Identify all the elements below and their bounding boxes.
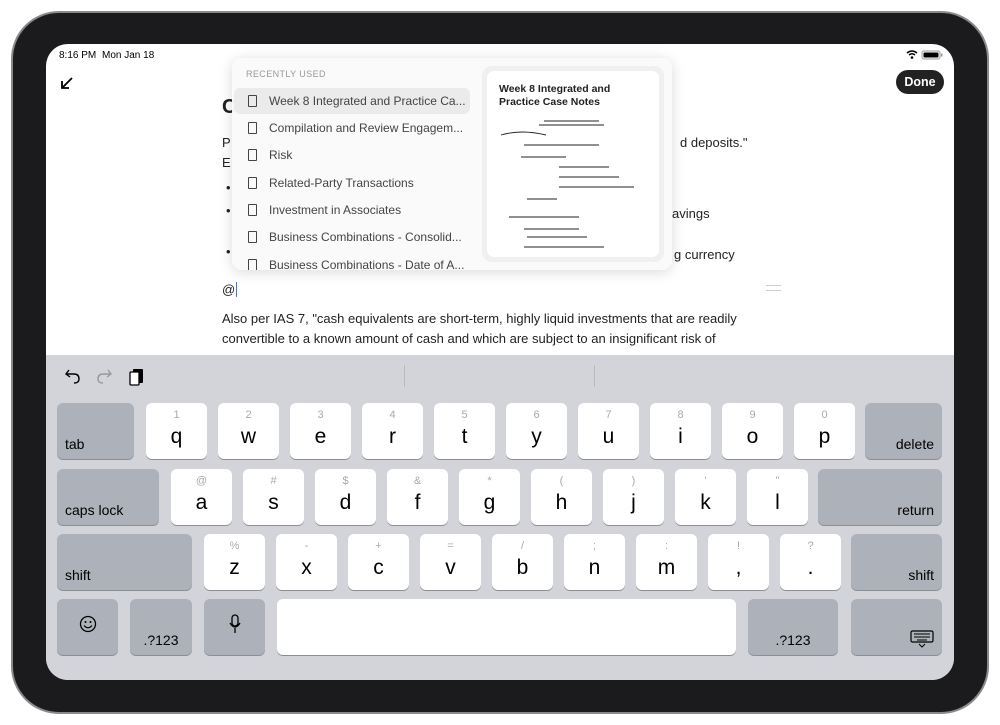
- key-x[interactable]: -x: [276, 534, 337, 590]
- document-icon: [248, 149, 257, 161]
- document-icon: [248, 231, 257, 243]
- document-icon: [248, 204, 257, 216]
- key-g[interactable]: * g: [459, 469, 520, 525]
- key-,[interactable]: !,: [708, 534, 769, 590]
- done-button[interactable]: Done: [896, 70, 944, 94]
- doc-text: P: [222, 135, 231, 150]
- mention-item[interactable]: Week 8 Integrated and Practice Ca...: [234, 88, 470, 114]
- preview-title: Week 8 Integrated and Practice Case Note…: [499, 83, 611, 108]
- section-label: RECENTLY USED: [246, 69, 326, 79]
- caps-lock-key[interactable]: caps lock: [57, 469, 159, 525]
- key-z[interactable]: % z: [204, 534, 265, 590]
- dictation-key[interactable]: [204, 599, 265, 655]
- key-u[interactable]: 7u: [578, 403, 639, 459]
- delete-key[interactable]: delete: [865, 403, 942, 459]
- key-l[interactable]: " l: [747, 469, 808, 525]
- key-a[interactable]: @ a: [171, 469, 232, 525]
- microphone-icon: [228, 613, 241, 633]
- shortcut-bar: [65, 369, 143, 386]
- key-m[interactable]: :m: [636, 534, 697, 590]
- emoji-key[interactable]: [57, 599, 118, 655]
- typed-text[interactable]: @: [222, 282, 238, 297]
- shift-key-right[interactable]: shift: [851, 534, 942, 590]
- mention-popup: RECENTLY USED Week 8 Integrated and Prac…: [232, 58, 672, 270]
- key-c[interactable]: + c: [348, 534, 409, 590]
- key-k[interactable]: ' k: [675, 469, 736, 525]
- doc-text: Also per IAS 7, "cash equivalents are sh…: [222, 311, 737, 326]
- mention-item[interactable]: Business Combinations - Date of A...: [234, 252, 470, 270]
- paste-icon: [129, 369, 143, 386]
- bullet: •: [226, 203, 231, 218]
- drag-handle-icon[interactable]: [766, 285, 781, 291]
- keyboard: tab 1 q 2 w 3 e 4 r 5 t 6 y 7 u 8 i 9 o 0 p delete caps lock @ a…: [46, 355, 954, 680]
- key-r[interactable]: 4r: [362, 403, 423, 459]
- mention-item[interactable]: Risk: [234, 142, 470, 168]
- note-preview[interactable]: Week 8 Integrated and Practice Case Note…: [482, 66, 664, 262]
- emoji-icon: [79, 615, 96, 632]
- key-j[interactable]: ) j: [603, 469, 664, 525]
- key-w[interactable]: 2w: [218, 403, 279, 459]
- numbers-key-right[interactable]: .?123: [748, 599, 838, 655]
- key-.[interactable]: ?.: [780, 534, 841, 590]
- numbers-key-left[interactable]: .?123: [130, 599, 192, 655]
- bullet: •: [226, 244, 231, 259]
- key-s[interactable]: # s: [243, 469, 304, 525]
- keyboard-dismiss-icon: [910, 630, 934, 648]
- mention-item[interactable]: Business Combinations - Consolid...: [234, 224, 470, 250]
- bullet: •: [226, 180, 231, 195]
- key-o[interactable]: 9o: [722, 403, 783, 459]
- key-f[interactable]: & f: [387, 469, 448, 525]
- shift-key-left[interactable]: shift: [57, 534, 192, 590]
- document-icon: [248, 95, 257, 107]
- key-p[interactable]: 0p: [794, 403, 855, 459]
- battery-icon: [921, 50, 943, 60]
- key-b[interactable]: / b: [492, 534, 553, 590]
- key-i[interactable]: 8i: [650, 403, 711, 459]
- doc-text: E: [222, 155, 231, 170]
- doc-text: d deposits.": [680, 135, 748, 150]
- hide-keyboard-key[interactable]: [851, 599, 942, 655]
- divider: [594, 365, 595, 387]
- status-date: Mon Jan 18: [102, 50, 155, 61]
- document-icon: [248, 177, 257, 189]
- doc-text: convertible to a known amount of cash an…: [222, 331, 716, 346]
- key-v[interactable]: = v: [420, 534, 481, 590]
- key-h[interactable]: (h: [531, 469, 592, 525]
- key-t[interactable]: 5t: [434, 403, 495, 459]
- handwriting-image: [500, 120, 634, 248]
- doc-text: g currency: [674, 247, 735, 262]
- wifi-icon: [906, 50, 918, 59]
- document-icon: [248, 122, 257, 134]
- divider: [404, 365, 405, 387]
- key-n[interactable]: ; n: [564, 534, 625, 590]
- undo-icon: [65, 369, 80, 384]
- mention-item[interactable]: Related-Party Transactions: [234, 170, 470, 196]
- space-key[interactable]: [277, 599, 736, 655]
- status-time: 8:16 PM: [59, 50, 97, 61]
- key-e[interactable]: 3e: [290, 403, 351, 459]
- tab-key[interactable]: tab: [57, 403, 134, 459]
- screen: 8:16 PM Mon Jan 18 Done C P d deposits."…: [46, 44, 954, 680]
- document-icon: [248, 259, 257, 270]
- arrow-down-left-icon[interactable]: [60, 76, 74, 90]
- key-q[interactable]: 1q: [146, 403, 207, 459]
- key-y[interactable]: 6y: [506, 403, 567, 459]
- key-d[interactable]: $ d: [315, 469, 376, 525]
- mention-item[interactable]: Compilation and Review Engagem...: [234, 115, 470, 141]
- return-key[interactable]: return: [818, 469, 942, 525]
- doc-text: avings: [672, 206, 710, 221]
- mention-item[interactable]: Investment in Associates: [234, 197, 470, 223]
- status-icons: [906, 50, 943, 60]
- redo-icon: [97, 369, 112, 384]
